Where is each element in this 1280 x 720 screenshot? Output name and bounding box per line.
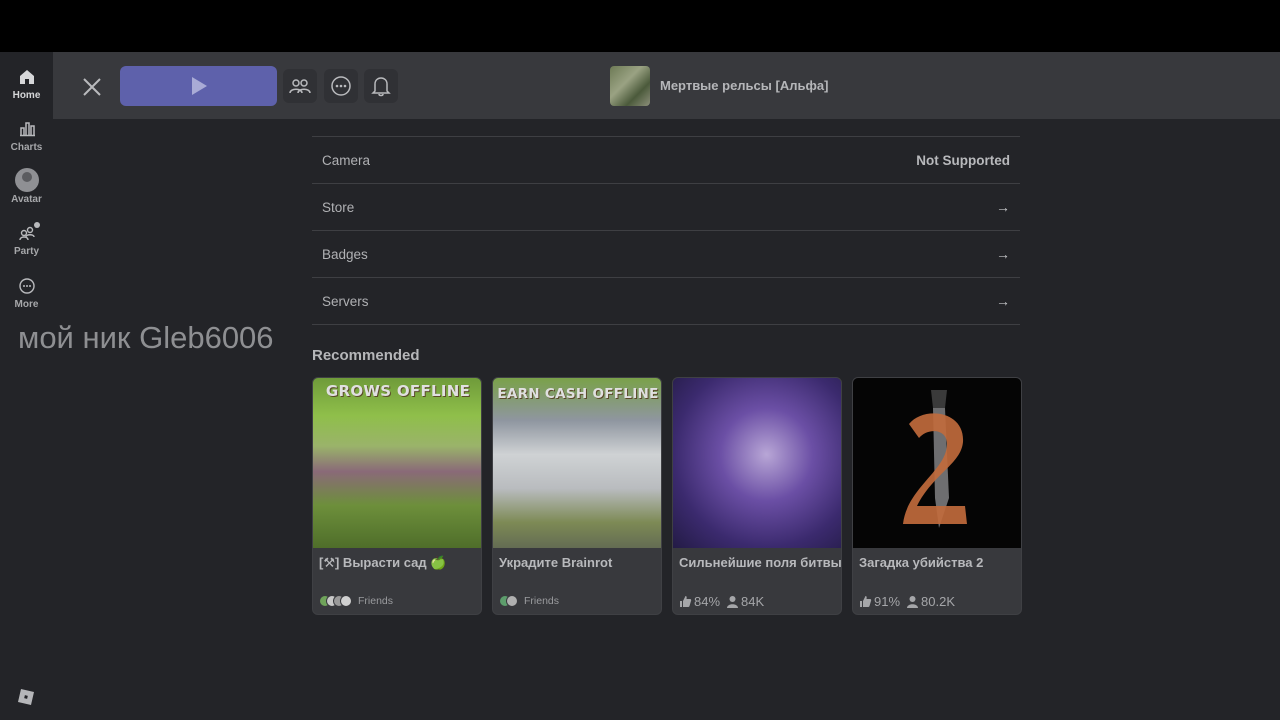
nav-charts[interactable]: Charts xyxy=(0,120,53,164)
party-button[interactable] xyxy=(283,69,317,103)
game-title: Мертвые рельсы [Альфа] xyxy=(660,78,829,93)
bell-icon xyxy=(371,77,391,97)
charts-icon xyxy=(19,122,35,137)
game-stats: 91% 80.2K xyxy=(859,593,961,609)
game-header-bar: Мертвые рельсы [Альфа] xyxy=(53,52,1280,119)
friends-indicator: Friends xyxy=(499,593,559,609)
game-thumbnail xyxy=(610,66,650,106)
left-nav: Home Charts Avatar Party More xyxy=(0,52,53,720)
more-icon xyxy=(331,76,351,96)
friends-avatars xyxy=(319,595,352,607)
roblox-logo-icon xyxy=(18,689,34,705)
row-badges[interactable]: Badges → xyxy=(312,231,1020,278)
arrow-right-icon: → xyxy=(996,246,1010,262)
thumbs-up-icon xyxy=(680,595,692,607)
app-window: Home Charts Avatar Party More Мертвые ре… xyxy=(0,52,1280,720)
close-icon xyxy=(83,78,101,96)
play-button[interactable] xyxy=(120,66,277,106)
more-icon xyxy=(18,278,35,294)
thumbs-up-icon xyxy=(860,595,872,607)
players-icon xyxy=(907,595,919,608)
game-card-image xyxy=(673,378,841,548)
row-camera: Camera Not Supported xyxy=(312,137,1020,184)
game-stats: 84% 84K xyxy=(679,593,770,609)
party-icon xyxy=(18,226,35,241)
close-button[interactable] xyxy=(77,72,107,102)
game-card[interactable]: Сильнейшие поля битвы 84% 84K xyxy=(672,377,842,615)
nav-party[interactable]: Party xyxy=(0,222,53,268)
game-info-list: Camera Not Supported Store → Badges → Se… xyxy=(312,119,1020,325)
list-item-partial xyxy=(312,119,1020,137)
game-card[interactable]: GROWS OFFLINE [⚒] Вырасти сад 🍏 Friends xyxy=(312,377,482,615)
friends-avatars xyxy=(499,595,518,607)
notification-dot xyxy=(34,222,40,228)
game-card[interactable]: EARN CASH OFFLINE Украдите Brainrot Frie… xyxy=(492,377,662,615)
recommended-carousel: GROWS OFFLINE [⚒] Вырасти сад 🍏 Friends … xyxy=(312,377,1022,615)
avatar-icon xyxy=(14,168,39,192)
nav-home[interactable]: Home xyxy=(0,68,53,112)
play-icon xyxy=(191,77,207,95)
game-card-image xyxy=(853,378,1021,548)
arrow-right-icon: → xyxy=(996,199,1010,215)
players-icon xyxy=(727,595,739,608)
more-options-button[interactable] xyxy=(324,69,358,103)
group-icon xyxy=(289,79,311,94)
friends-indicator: Friends xyxy=(319,593,393,609)
home-icon xyxy=(19,70,34,84)
arrow-right-icon: → xyxy=(996,293,1010,309)
overlay-caption: мой ник Gleb6006 xyxy=(18,320,274,355)
game-card-image: GROWS OFFLINE xyxy=(313,378,481,548)
game-card[interactable]: Загадка убийства 2 91% 80.2K xyxy=(852,377,1022,615)
knife-logo-icon xyxy=(903,390,967,528)
row-store[interactable]: Store → xyxy=(312,184,1020,231)
row-servers[interactable]: Servers → xyxy=(312,278,1020,325)
game-card-image: EARN CASH OFFLINE xyxy=(493,378,661,548)
nav-avatar[interactable]: Avatar xyxy=(0,168,53,212)
nav-more[interactable]: More xyxy=(0,277,53,321)
notify-button[interactable] xyxy=(364,69,398,103)
recommended-heading: Recommended xyxy=(312,347,420,364)
